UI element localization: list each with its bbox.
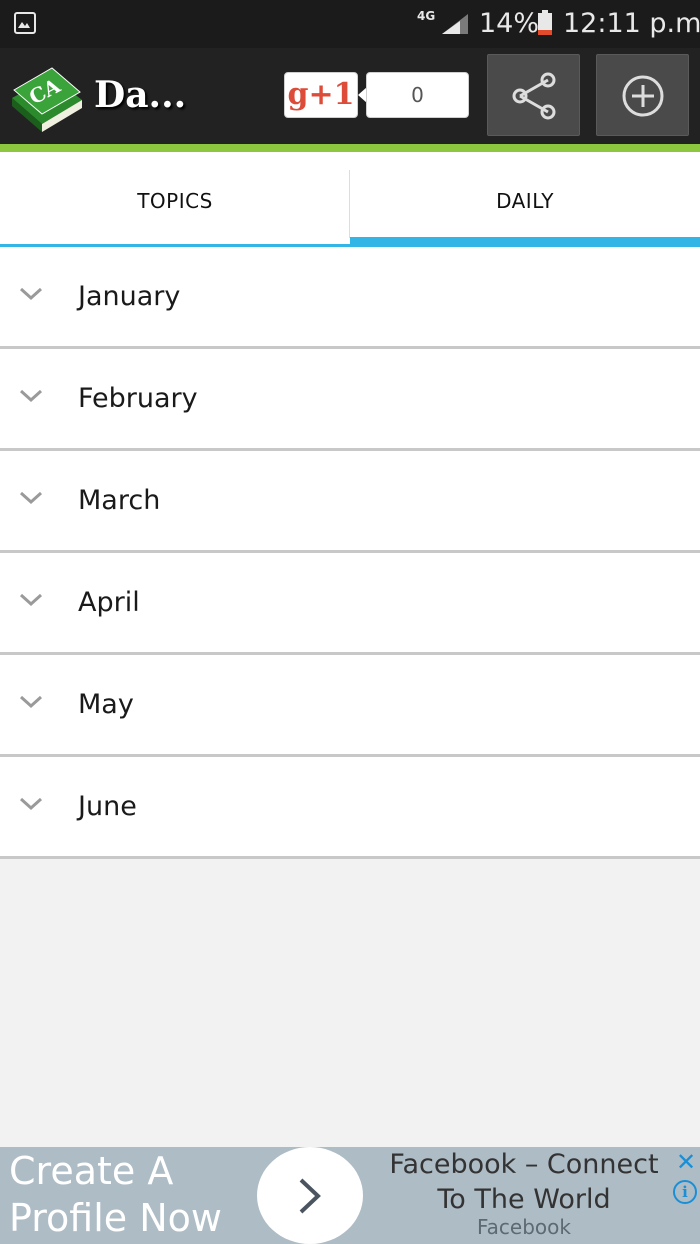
battery-percent: 14% [479,8,540,39]
tab-daily-label: DAILY [496,189,554,213]
chevron-down-icon [19,389,43,403]
battery-icon [538,10,552,35]
plus-one-count: 0 [366,72,469,118]
add-button[interactable] [596,54,689,136]
ad-close-icon[interactable]: ✕ [672,1147,700,1177]
list-item-june[interactable]: June [0,757,700,859]
month-list: January February March April May June [0,247,700,859]
list-item-label: April [78,587,140,618]
list-item-label: June [78,791,137,822]
list-item-february[interactable]: February [0,349,700,451]
ad-headline[interactable]: Facebook – Connect To The World [378,1147,670,1217]
ad-cta-text[interactable]: Create A Profile Now [9,1148,249,1242]
tab-topics-label: TOPICS [137,189,213,213]
list-item-label: May [78,689,134,720]
app-logo[interactable]: CA [8,56,86,134]
chevron-down-icon [19,797,43,811]
tab-daily-indicator [350,237,700,247]
ad-banner[interactable]: Create A Profile Now Facebook – Connect … [0,1147,700,1244]
signal-icon [442,14,468,34]
chevron-down-icon [19,491,43,505]
status-bar: 4G 14% 12:11 p.m. [0,0,700,48]
list-item-label: March [78,485,161,516]
clock: 12:11 p.m. [563,8,700,39]
list-item-january[interactable]: January [0,247,700,349]
share-icon [512,72,556,120]
ad-info-icon[interactable]: i [673,1180,697,1204]
tab-topics[interactable]: TOPICS [0,152,350,247]
chevron-down-icon [19,287,43,301]
app-title: Da... [94,74,187,116]
gallery-notification-icon [14,12,36,34]
list-item-april[interactable]: April [0,553,700,655]
tab-daily[interactable]: DAILY [350,152,700,247]
tab-bar: TOPICS DAILY [0,152,700,247]
ad-source: Facebook [477,1215,571,1239]
google-plus-one-label: g+1 [287,77,355,112]
google-plus-one-button[interactable]: g+1 [284,72,358,118]
network-type: 4G [417,9,436,23]
share-button[interactable] [487,54,580,136]
list-item-march[interactable]: March [0,451,700,553]
ad-cta-label: Create A Profile Now [9,1149,222,1240]
list-item-label: February [78,383,198,414]
chevron-down-icon [19,695,43,709]
ad-go-button[interactable] [257,1147,363,1244]
add-circle-icon [622,75,664,117]
chevron-right-icon [299,1178,321,1214]
chevron-down-icon [19,593,43,607]
app-bar: CA Da... g+1 0 [0,48,700,144]
app-bar-accent [0,144,700,152]
list-item-may[interactable]: May [0,655,700,757]
list-item-label: January [78,281,181,312]
